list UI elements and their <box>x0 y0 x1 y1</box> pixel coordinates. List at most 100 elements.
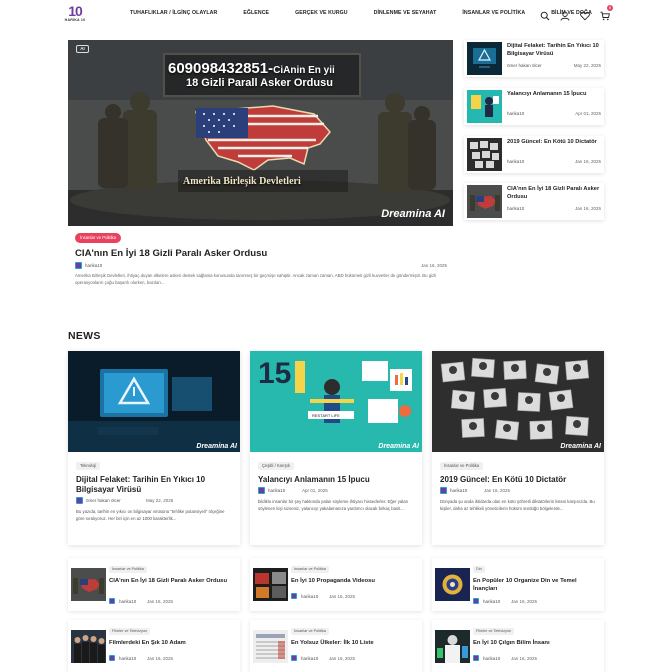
author-name[interactable]: harika10 <box>301 594 318 599</box>
post-thumbnail[interactable]: Dreamina AI <box>68 351 240 452</box>
news-card[interactable]: Dreamina AI İnsanlar ve Politika 2019 Gü… <box>432 351 604 545</box>
sidebar-post[interactable]: Yalancıyı Anlamanın 15 İpucu harika10 Ap… <box>464 88 604 125</box>
author-name[interactable]: harika10 <box>483 656 500 661</box>
image-watermark: Dreamina AI <box>381 208 445 220</box>
post-title[interactable]: En Popüler 10 Organize Din ve Temel İnan… <box>473 577 601 593</box>
hero-meta: harika10 Jan 16, 2025 <box>75 262 447 270</box>
post-thumbnail[interactable]: Dreamina AI <box>432 351 604 452</box>
post-date: Jan 16, 2025 <box>329 656 356 661</box>
post-thumbnail[interactable]: 15 RESTART LIFE Dreamina AI <box>250 351 422 452</box>
post-title[interactable]: Filmlerdeki En Şık 10 Adam <box>109 639 237 647</box>
post-title[interactable]: En Yolsuz Ülkeler: İlk 10 Liste <box>291 639 419 647</box>
nav-item-tuhafliklar[interactable]: TUHAFLIKLAR / İLGİNÇ OLAYLAR <box>130 10 217 16</box>
author-name[interactable]: harika10 <box>85 263 102 268</box>
search-icon[interactable] <box>540 8 550 21</box>
post-thumbnail[interactable] <box>467 138 502 171</box>
sidebar-post[interactable]: Dijital Felaket: Tarihin En Yıkıcı 10 Bi… <box>464 40 604 77</box>
post-date: Jan 16, 2025 <box>484 488 511 493</box>
news-section-heading: NEWS <box>68 330 101 342</box>
avatar <box>291 655 297 661</box>
author-name[interactable]: harika10 <box>507 111 524 116</box>
post-thumbnail[interactable] <box>467 42 502 75</box>
small-post-card[interactable]: Filmler ve Televizyon En İyi 10 Çılgın B… <box>432 620 604 672</box>
nav-item-eglence[interactable]: EĞLENCE <box>243 10 269 16</box>
author-name[interactable]: harika10 <box>483 599 500 604</box>
cart-icon[interactable]: 0 <box>600 5 613 21</box>
post-title[interactable]: Yalancıyı Anlamanın 15 İpucu <box>258 475 414 485</box>
hero-title[interactable]: CIA'nın En İyi 18 Gizli Paralı Asker Ord… <box>75 248 267 259</box>
news-card[interactable]: Dreamina AI Teknoloji Dijital Felaket: T… <box>68 351 240 545</box>
author-name[interactable]: ömer hakan ölcer <box>86 498 121 503</box>
avatar <box>109 598 115 604</box>
avatar <box>258 487 265 494</box>
post-thumbnail[interactable] <box>253 568 288 601</box>
avatar <box>75 262 82 269</box>
author-name[interactable]: harika10 <box>450 488 467 493</box>
category-tag[interactable]: İnsanlar ve Politika <box>291 566 329 573</box>
author-name[interactable]: ömer hakan ölcer <box>507 63 542 68</box>
sidebar-post[interactable]: 2019 Güncel: En Kötü 10 Dictatör harika1… <box>464 136 604 173</box>
post-title[interactable]: Yalancıyı Anlamanın 15 İpucu <box>507 91 600 99</box>
post-title[interactable]: CIA'nın En İyi 18 Gizli Paralı Asker Ord… <box>507 186 600 201</box>
category-tag[interactable]: İnsanlar ve Politika <box>109 566 147 573</box>
post-title[interactable]: En İyi 10 Çılgın Bilim İnsanı <box>473 639 601 647</box>
hero-category-tag[interactable]: İnsanlar ve Politika <box>75 233 122 243</box>
author-name[interactable]: harika10 <box>268 488 285 493</box>
category-tag[interactable]: Çeşitli / Karışık <box>258 462 294 470</box>
page: 10 HARIKA 10 TUHAFLIKLAR / İLGİNÇ OLAYLA… <box>0 0 672 672</box>
sidebar-post[interactable]: CIA'nın En İyi 18 Gizli Paralı Asker Ord… <box>464 183 604 220</box>
user-icon[interactable] <box>560 8 570 21</box>
post-meta: ömer hakan ölcer May 22, 2025 <box>507 62 601 68</box>
avatar <box>473 655 479 661</box>
post-title[interactable]: Dijital Felaket: Tarihin En Yıkıcı 10 Bi… <box>76 475 232 495</box>
nav-item-dinlenme-ve-seyahat[interactable]: DİNLENME VE SEYAHAT <box>374 10 437 16</box>
author-name[interactable]: harika10 <box>119 599 136 604</box>
avatar <box>76 497 83 504</box>
site-logo[interactable]: 10 HARIKA 10 <box>62 4 88 26</box>
category-tag[interactable]: Din <box>473 566 485 573</box>
post-date: Apr 01, 2025 <box>302 488 328 493</box>
post-thumbnail[interactable] <box>71 568 106 601</box>
hero-excerpt: Amerika Birleşik Devletleri, ihtiyaç duy… <box>75 273 437 285</box>
small-post-card[interactable]: İnsanlar ve Politika En İyi 10 Propagand… <box>250 558 422 611</box>
author-name[interactable]: harika10 <box>507 206 524 211</box>
post-title[interactable]: 2019 Güncel: En Kötü 10 Dictatör <box>507 139 600 147</box>
small-post-card[interactable]: İnsanlar ve Politika CIA'nın En İyi 18 G… <box>68 558 240 611</box>
nav-item-insanlar-ve-politika[interactable]: İNSANLAR VE POLİTİKA <box>462 10 525 16</box>
post-title[interactable]: En İyi 10 Propaganda Videosu <box>291 577 419 585</box>
hero-image[interactable]: AI 609098432851-CiAnin En yii 18 Gizli P… <box>68 40 453 226</box>
post-meta: harika10 Jan 16, 2025 <box>109 655 237 661</box>
post-thumbnail[interactable] <box>467 185 502 218</box>
ai-label: AI <box>76 45 89 53</box>
post-date: Jan 16, 2025 <box>147 656 174 661</box>
category-tag[interactable]: İnsanlar ve Politika <box>440 462 484 470</box>
small-post-card[interactable]: Filmler ve Televizyon Filmlerdeki En Şık… <box>68 620 240 672</box>
small-post-card[interactable]: İnsanlar ve Politika En Yolsuz Ülkeler: … <box>250 620 422 672</box>
category-tag[interactable]: İnsanlar ve Politika <box>291 628 329 635</box>
news-card[interactable]: 15 RESTART LIFE Dreamina AI Çeşitli / Kar… <box>250 351 422 545</box>
post-title[interactable]: Dijital Felaket: Tarihin En Yıkıcı 10 Bi… <box>507 43 600 58</box>
category-tag[interactable]: Filmler ve Televizyon <box>109 628 151 635</box>
small-post-card[interactable]: Din En Popüler 10 Organize Din ve Temel … <box>432 558 604 611</box>
post-thumbnail[interactable] <box>71 630 106 663</box>
avatar <box>291 593 297 599</box>
post-meta: harika10 Apr 01, 2025 <box>507 110 601 116</box>
heart-icon[interactable] <box>580 8 590 21</box>
image-watermark: Dreamina AI <box>378 443 419 450</box>
svg-text:RESTART LIFE: RESTART LIFE <box>312 413 340 418</box>
post-thumbnail[interactable] <box>253 630 288 663</box>
post-excerpt: Bu yazıda, tarihin en yıkıcı on bilgisay… <box>76 509 225 521</box>
post-thumbnail[interactable] <box>467 90 502 123</box>
logo-mark: 10 <box>68 3 83 19</box>
post-title[interactable]: CIA'nın En İyi 18 Gizli Paralı Asker Ord… <box>109 577 237 585</box>
nav-item-gercek-ve-kurgu[interactable]: GERÇEK VE KURGU <box>295 10 348 16</box>
author-name[interactable]: harika10 <box>119 656 136 661</box>
author-name[interactable]: harika10 <box>301 656 318 661</box>
author-name[interactable]: harika10 <box>507 159 524 164</box>
post-excerpt: bildiklo insanlar bir şey hakkında yalan… <box>258 499 408 511</box>
post-thumbnail[interactable] <box>435 630 470 663</box>
post-title[interactable]: 2019 Güncel: En Kötü 10 Dictatör <box>440 475 596 485</box>
post-thumbnail[interactable] <box>435 568 470 601</box>
category-tag[interactable]: Teknoloji <box>76 462 101 470</box>
category-tag[interactable]: Filmler ve Televizyon <box>473 628 515 635</box>
